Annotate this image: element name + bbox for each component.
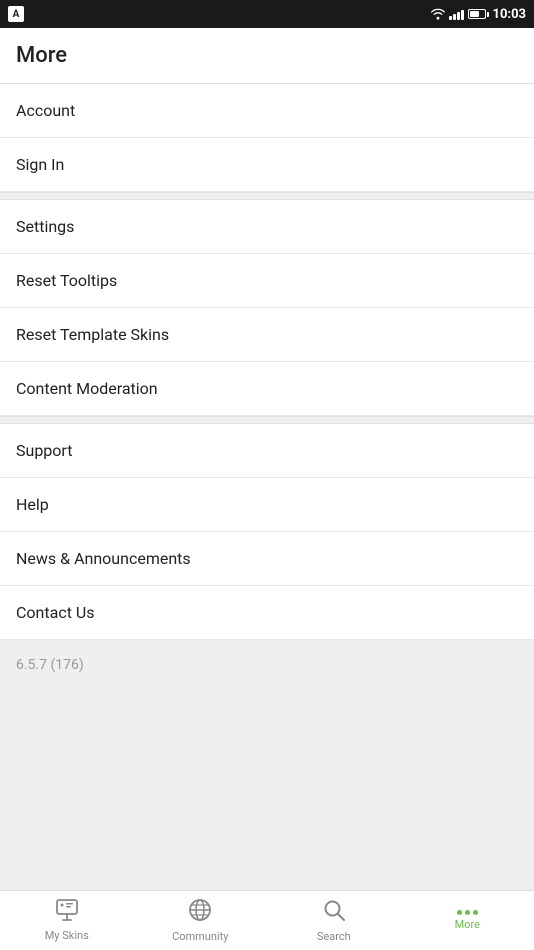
search-icon bbox=[322, 898, 346, 927]
menu-item-reset-template-skins[interactable]: Reset Template Skins bbox=[0, 308, 534, 362]
menu-item-support[interactable]: Support bbox=[0, 424, 534, 478]
version-text: 6.5.7 (176) bbox=[16, 657, 84, 673]
status-bar-right: 10:03 bbox=[431, 7, 527, 22]
a-icon: A bbox=[8, 6, 24, 22]
section-divider-2 bbox=[0, 416, 534, 424]
bottom-nav: My Skins Community Search bbox=[0, 890, 534, 950]
version-area: 6.5.7 (176) bbox=[0, 640, 534, 890]
menu-section-3: Support Help News & Announcements Contac… bbox=[0, 424, 534, 640]
signal-icon bbox=[449, 8, 464, 20]
dots-icon bbox=[457, 910, 478, 915]
status-time: 10:03 bbox=[493, 7, 527, 22]
nav-item-community[interactable]: Community bbox=[134, 891, 268, 950]
status-bar-left: A bbox=[8, 6, 24, 22]
monitor-icon bbox=[55, 899, 79, 926]
battery-icon bbox=[468, 9, 489, 19]
nav-label-community: Community bbox=[172, 930, 228, 943]
page-header: More bbox=[0, 28, 534, 84]
menu-item-help[interactable]: Help bbox=[0, 478, 534, 532]
menu-item-contact-us[interactable]: Contact Us bbox=[0, 586, 534, 640]
menu-section-1: Account Sign In bbox=[0, 84, 534, 192]
menu-item-reset-tooltips[interactable]: Reset Tooltips bbox=[0, 254, 534, 308]
version-container: 6.5.7 (176) bbox=[0, 640, 534, 687]
globe-icon bbox=[188, 898, 212, 927]
nav-item-search[interactable]: Search bbox=[267, 891, 401, 950]
content-area: Account Sign In Settings Reset Tooltips … bbox=[0, 84, 534, 890]
nav-label-more: More bbox=[455, 918, 480, 931]
menu-item-content-moderation[interactable]: Content Moderation bbox=[0, 362, 534, 416]
menu-section-2: Settings Reset Tooltips Reset Template S… bbox=[0, 200, 534, 416]
nav-label-search: Search bbox=[317, 930, 351, 943]
page-title: More bbox=[16, 43, 67, 68]
nav-item-my-skins[interactable]: My Skins bbox=[0, 891, 134, 950]
nav-item-more[interactable]: More bbox=[401, 891, 534, 950]
menu-item-settings[interactable]: Settings bbox=[0, 200, 534, 254]
menu-item-news-announcements[interactable]: News & Announcements bbox=[0, 532, 534, 586]
menu-item-account[interactable]: Account bbox=[0, 84, 534, 138]
status-bar: A 10:03 bbox=[0, 0, 534, 28]
section-divider-1 bbox=[0, 192, 534, 200]
nav-label-my-skins: My Skins bbox=[45, 929, 89, 942]
menu-item-sign-in[interactable]: Sign In bbox=[0, 138, 534, 192]
wifi-icon bbox=[431, 8, 445, 20]
